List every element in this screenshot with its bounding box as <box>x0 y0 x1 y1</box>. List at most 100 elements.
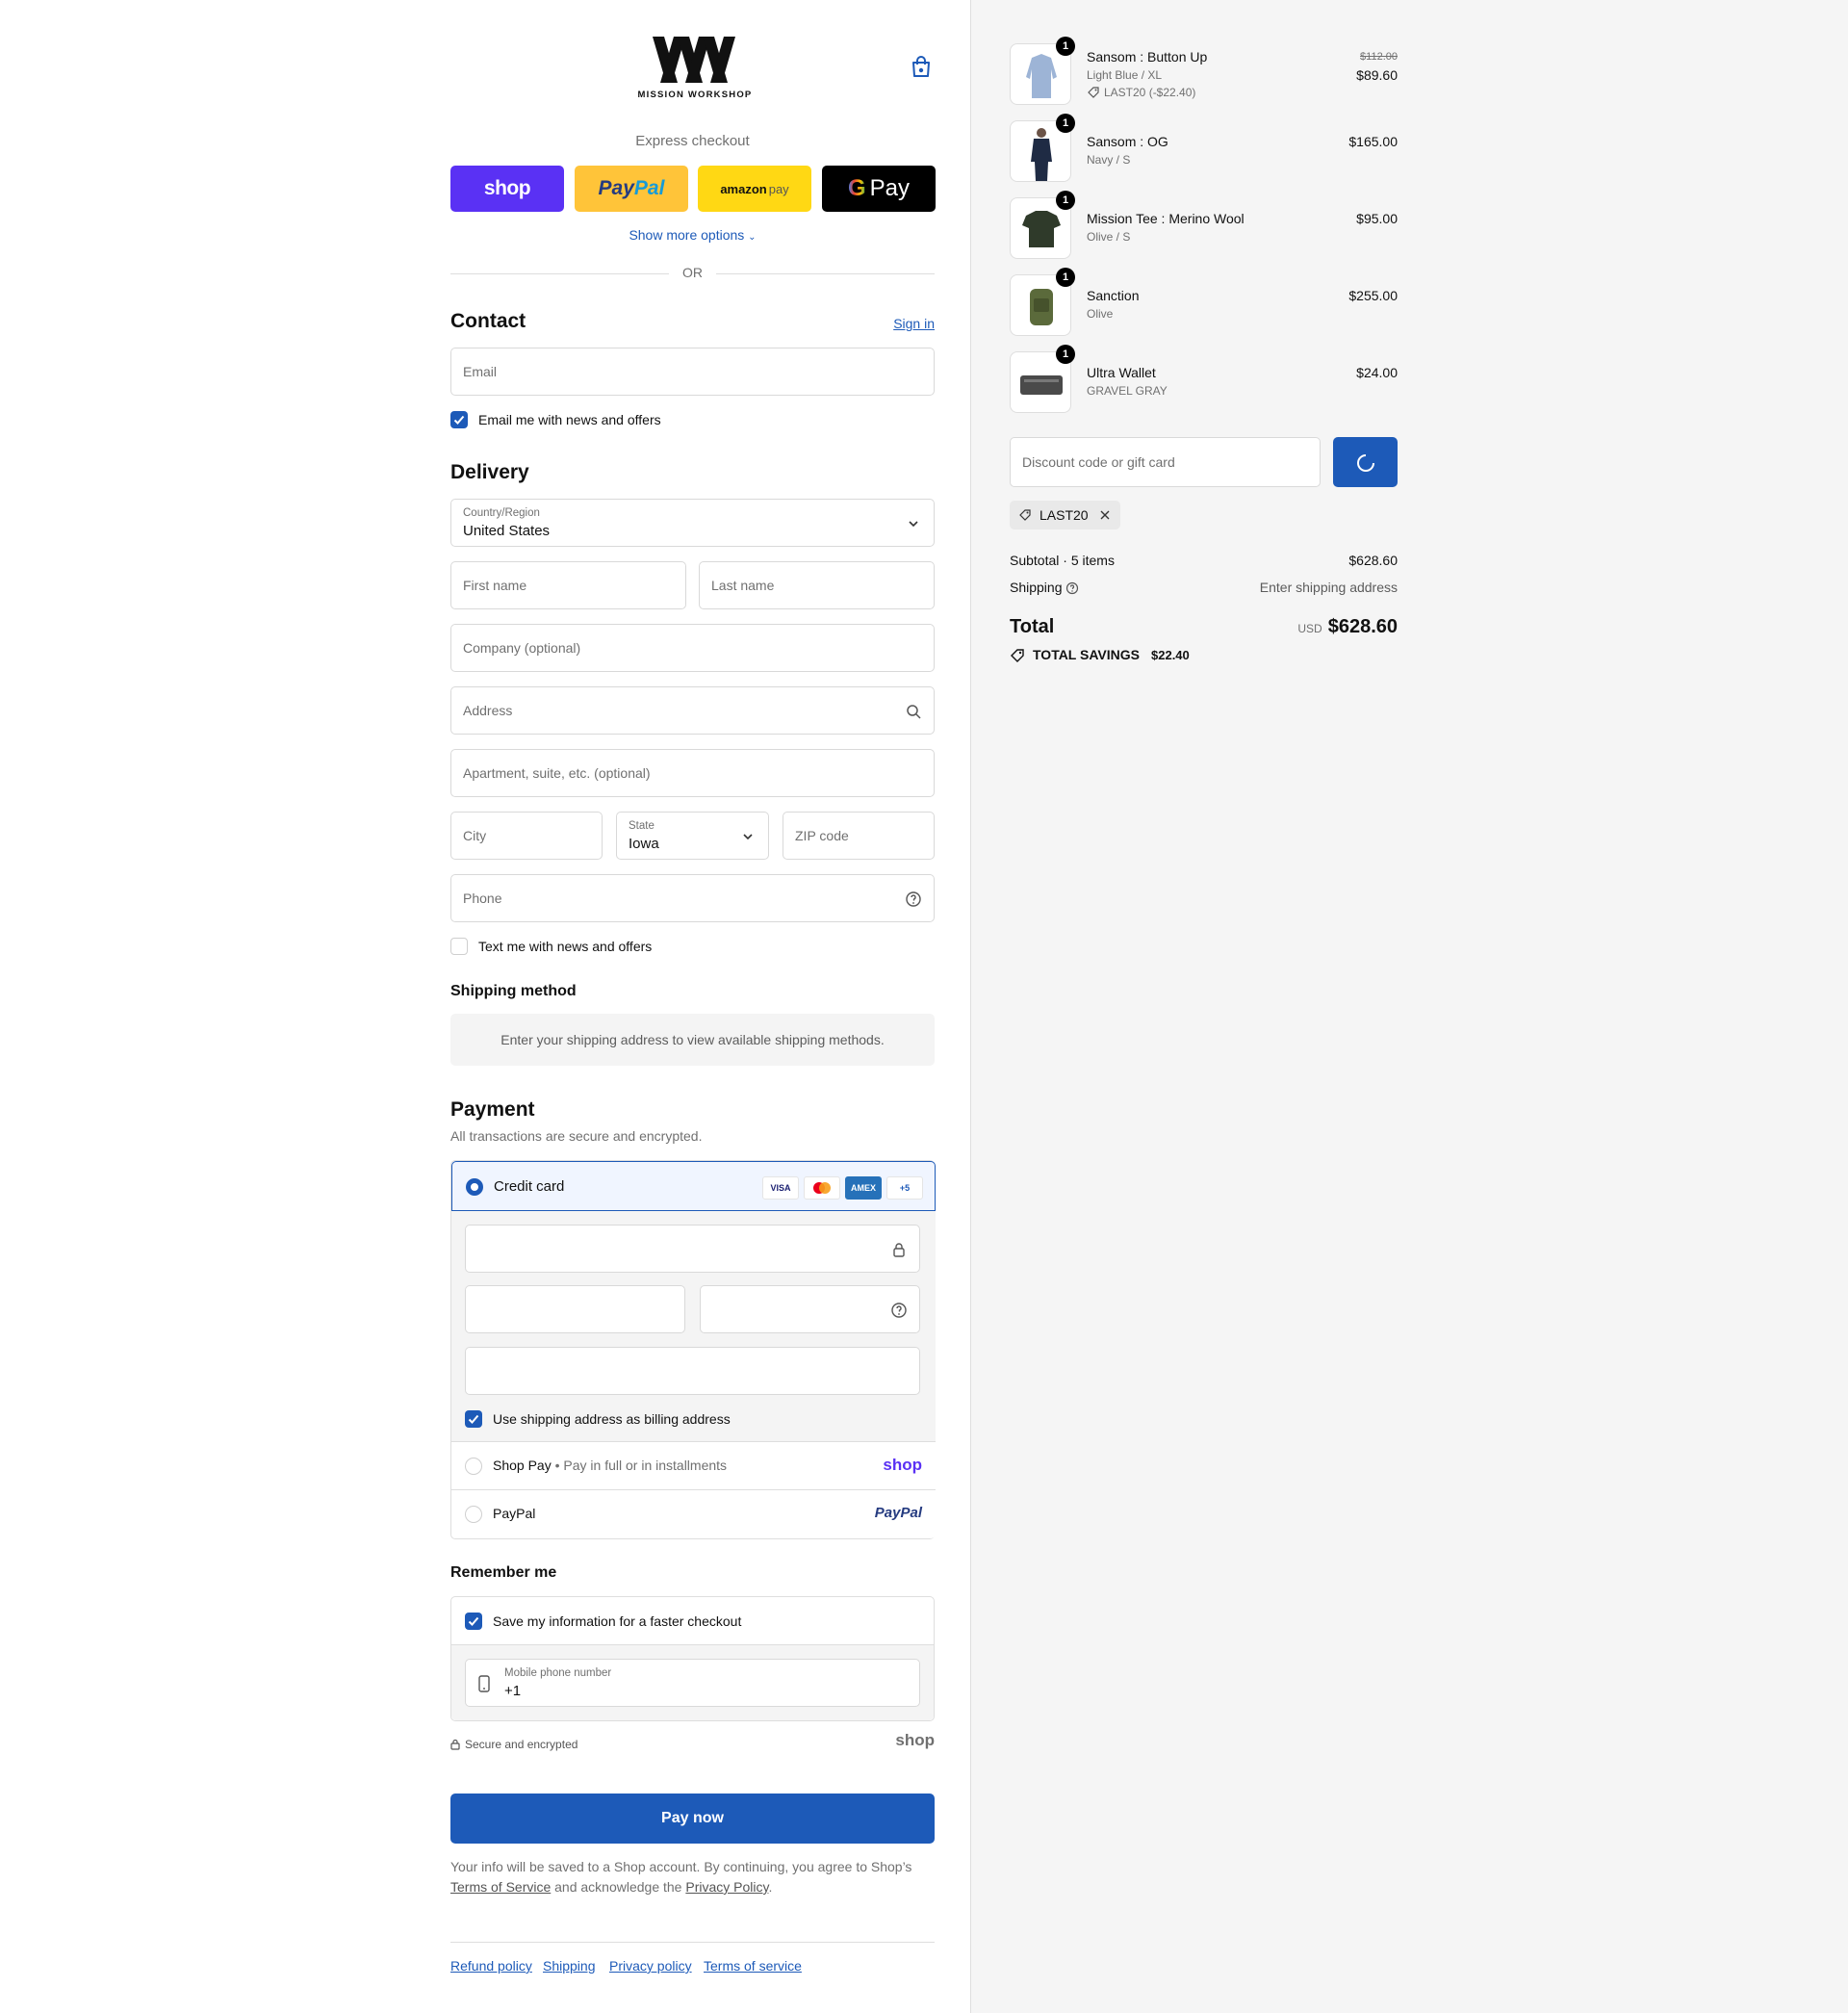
subtotal-value: $628.60 <box>1348 553 1398 568</box>
privacy-policy-footer-link[interactable]: Privacy policy <box>609 1958 692 1974</box>
state-select[interactable]: State Iowa <box>616 812 769 860</box>
shipping-label: Shipping <box>1010 580 1063 595</box>
credit-card-option[interactable]: Credit card VISA AMEX +5 <box>451 1161 936 1211</box>
security-code-field[interactable] <box>700 1285 920 1333</box>
search-icon[interactable] <box>905 703 922 720</box>
city-field[interactable]: City <box>450 812 603 860</box>
mission-workshop-logo[interactable]: MISSION WORKSHOP <box>635 35 755 102</box>
item-name: Sanction <box>1087 288 1140 303</box>
paypal-option-label: PayPal <box>493 1506 536 1521</box>
payment-subtitle: All transactions are secure and encrypte… <box>450 1128 703 1144</box>
total-row: Total USD $628.60 <box>1010 616 1398 638</box>
sign-in-link[interactable]: Sign in <box>893 316 935 331</box>
brand-name: MISSION WORKSHOP <box>637 90 753 100</box>
item-name: Sansom : OG <box>1087 134 1168 149</box>
shipping-row: Shipping Enter shipping address <box>1010 580 1398 595</box>
help-circle-icon[interactable] <box>890 1302 908 1319</box>
shopping-bag-icon[interactable] <box>911 56 932 79</box>
item-original-price: $112.00 <box>1360 51 1398 63</box>
country-select[interactable]: Country/Region United States <box>450 499 935 547</box>
phone-field[interactable]: Phone <box>450 874 935 922</box>
shop-pay-option[interactable]: Shop Pay • Pay in full or in installment… <box>451 1442 936 1490</box>
shop-pay-logo: shop <box>883 1456 922 1474</box>
terms-of-service-footer-link[interactable]: Terms of service <box>704 1958 802 1974</box>
paypal-option[interactable]: PayPal PayPal <box>451 1490 936 1538</box>
item-price: $95.00 <box>1356 211 1398 226</box>
paypal-button[interactable]: Pay Pal <box>575 166 688 212</box>
remember-me-panel: Save my information for a faster checkou… <box>450 1596 935 1721</box>
text-news-checkbox[interactable] <box>450 938 468 955</box>
email-field[interactable]: Email <box>450 348 935 396</box>
email-news-checkbox[interactable] <box>450 411 468 428</box>
shipping-value: Enter shipping address <box>1259 580 1398 595</box>
last-name-field[interactable]: Last name <box>699 561 935 609</box>
shop-pay-radio[interactable] <box>465 1458 482 1475</box>
save-info-checkbox[interactable] <box>465 1613 482 1630</box>
amex-icon: AMEX <box>845 1176 882 1200</box>
help-circle-icon[interactable] <box>1065 581 1079 595</box>
total-savings-label: TOTAL SAVINGS <box>1033 647 1140 662</box>
quantity-badge: 1 <box>1056 268 1075 287</box>
order-summary-column: 1 Sansom : Button Up Light Blue / XL LAS… <box>971 0 1848 2013</box>
country-label: Country/Region <box>463 507 540 519</box>
subtotal-label: Subtotal · 5 items <box>1010 553 1115 568</box>
save-info-label: Save my information for a faster checkou… <box>493 1613 742 1629</box>
paypal-logo: PayPal <box>874 1505 922 1521</box>
first-name-field[interactable]: First name <box>450 561 686 609</box>
shipping-method-note: Enter your shipping address to view avai… <box>450 1014 935 1066</box>
apply-discount-button[interactable] <box>1333 437 1398 487</box>
legal-text: Your info will be saved to a Shop accoun… <box>450 1857 935 1897</box>
payment-title: Payment <box>450 1098 535 1121</box>
more-cards-badge: +5 <box>886 1176 923 1200</box>
close-icon[interactable] <box>1099 509 1111 521</box>
paypal-label-b: Pal <box>633 177 665 199</box>
refund-policy-link[interactable]: Refund policy <box>450 1958 532 1974</box>
applied-discount-chip: LAST20 <box>1010 501 1120 529</box>
pay-now-button[interactable]: Pay now <box>450 1794 935 1844</box>
show-more-options-link[interactable]: Show more options ⌄ <box>450 227 935 243</box>
cart-item: 1 Sansom : OG Navy / S $165.00 <box>1010 114 1398 182</box>
item-name: Mission Tee : Merino Wool <box>1087 211 1245 226</box>
discount-placeholder: Discount code or gift card <box>1022 454 1175 470</box>
google-pay-button[interactable]: G Pay <box>822 166 936 212</box>
google-g-icon: G <box>847 175 866 201</box>
privacy-policy-link[interactable]: Privacy Policy <box>685 1879 768 1895</box>
paypal-radio[interactable] <box>465 1506 482 1523</box>
company-field[interactable]: Company (optional) <box>450 624 935 672</box>
visa-icon: VISA <box>762 1176 799 1200</box>
cart-item: 1 Sansom : Button Up Light Blue / XL LAS… <box>1010 37 1398 105</box>
quantity-badge: 1 <box>1056 191 1075 210</box>
apartment-field[interactable]: Apartment, suite, etc. (optional) <box>450 749 935 797</box>
quantity-badge: 1 <box>1056 345 1075 364</box>
shipping-link[interactable]: Shipping <box>543 1958 596 1974</box>
or-divider: OR <box>450 265 935 282</box>
apartment-placeholder: Apartment, suite, etc. (optional) <box>463 765 651 781</box>
terms-of-service-link[interactable]: Terms of Service <box>450 1879 551 1895</box>
chevron-down-icon <box>909 521 918 528</box>
credit-card-radio[interactable] <box>466 1178 483 1196</box>
state-label: State <box>629 820 654 832</box>
mobile-phone-value: +1 <box>504 1683 522 1699</box>
help-circle-icon[interactable] <box>905 890 922 908</box>
amazon-pay-button[interactable]: amazon pay <box>698 166 811 212</box>
shop-pay-button[interactable]: shop <box>450 166 564 212</box>
mobile-phone-field[interactable]: Mobile phone number +1 <box>465 1659 920 1707</box>
zip-field[interactable]: ZIP code <box>783 812 935 860</box>
address-field[interactable]: Address <box>450 686 935 735</box>
chevron-down-icon <box>743 834 753 840</box>
logo-mark-icon <box>653 37 735 83</box>
mobile-phone-section: Mobile phone number +1 <box>451 1645 934 1720</box>
first-name-placeholder: First name <box>463 578 527 593</box>
country-value: United States <box>463 523 551 539</box>
mastercard-icon <box>804 1176 840 1200</box>
item-price: $24.00 <box>1356 365 1398 380</box>
item-price: $255.00 <box>1348 288 1398 303</box>
expiration-date-field[interactable] <box>465 1285 685 1333</box>
discount-code-field[interactable]: Discount code or gift card <box>1010 437 1321 487</box>
name-on-card-field[interactable] <box>465 1347 920 1395</box>
card-number-field[interactable] <box>465 1225 920 1273</box>
billing-address-checkbox[interactable] <box>465 1410 482 1428</box>
shop-logo: shop <box>895 1731 935 1749</box>
shop-pay-label: shop <box>483 177 531 199</box>
check-icon <box>468 1616 479 1626</box>
